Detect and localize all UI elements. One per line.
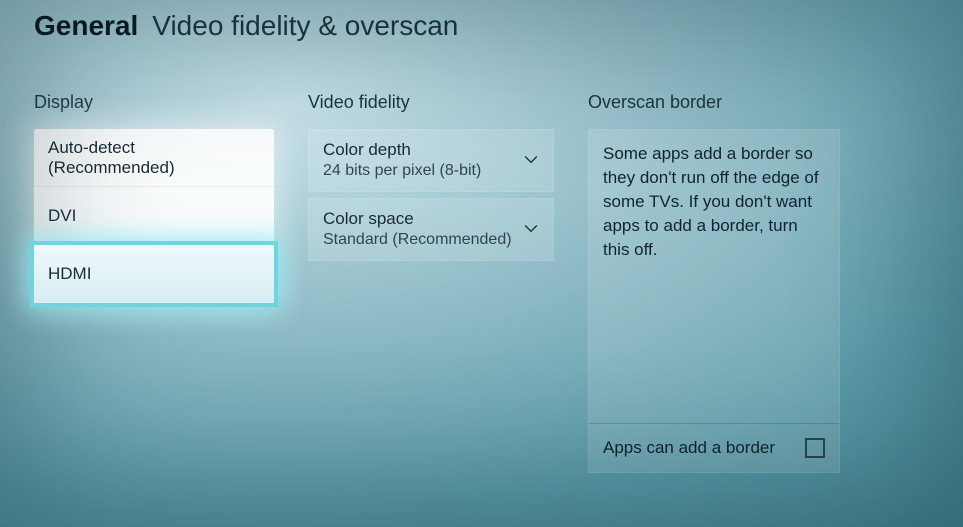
page-title: Video fidelity & overscan <box>152 10 458 42</box>
video-fidelity-column: Video fidelity Color depth 24 bits per p… <box>308 92 554 267</box>
chevron-down-icon <box>521 149 541 169</box>
display-option-hdmi[interactable]: HDMI <box>30 241 278 307</box>
chevron-down-icon <box>521 218 541 238</box>
display-column: Display Auto-detect (Recommended) DVI HD… <box>34 92 274 303</box>
overscan-description: Some apps add a border so they don't run… <box>589 130 839 423</box>
overscan-checkbox[interactable] <box>805 438 825 458</box>
color-depth-value: 24 bits per pixel (8-bit) <box>323 161 539 181</box>
header: General Video fidelity & overscan <box>0 0 963 42</box>
color-space-label: Color space <box>323 208 539 230</box>
display-option-label: DVI <box>48 206 76 226</box>
video-fidelity-section-label: Video fidelity <box>308 92 554 113</box>
color-depth-dropdown[interactable]: Color depth 24 bits per pixel (8-bit) <box>308 129 554 192</box>
color-space-dropdown[interactable]: Color space Standard (Recommended) <box>308 198 554 261</box>
overscan-panel: Some apps add a border so they don't run… <box>588 129 840 473</box>
color-depth-label: Color depth <box>323 139 539 161</box>
display-option-label: HDMI <box>48 264 91 284</box>
display-option-list: Auto-detect (Recommended) DVI HDMI <box>34 129 274 303</box>
display-option-label: Auto-detect (Recommended) <box>48 138 260 178</box>
overscan-column: Overscan border Some apps add a border s… <box>588 92 840 473</box>
color-space-value: Standard (Recommended) <box>323 230 539 250</box>
display-section-label: Display <box>34 92 274 113</box>
breadcrumb-general: General <box>34 10 138 42</box>
display-option-dvi[interactable]: DVI <box>34 187 274 245</box>
settings-columns: Display Auto-detect (Recommended) DVI HD… <box>0 42 963 473</box>
display-option-auto-detect[interactable]: Auto-detect (Recommended) <box>34 129 274 187</box>
overscan-section-label: Overscan border <box>588 92 840 113</box>
overscan-toggle-row[interactable]: Apps can add a border <box>589 423 839 472</box>
overscan-toggle-label: Apps can add a border <box>603 438 775 458</box>
